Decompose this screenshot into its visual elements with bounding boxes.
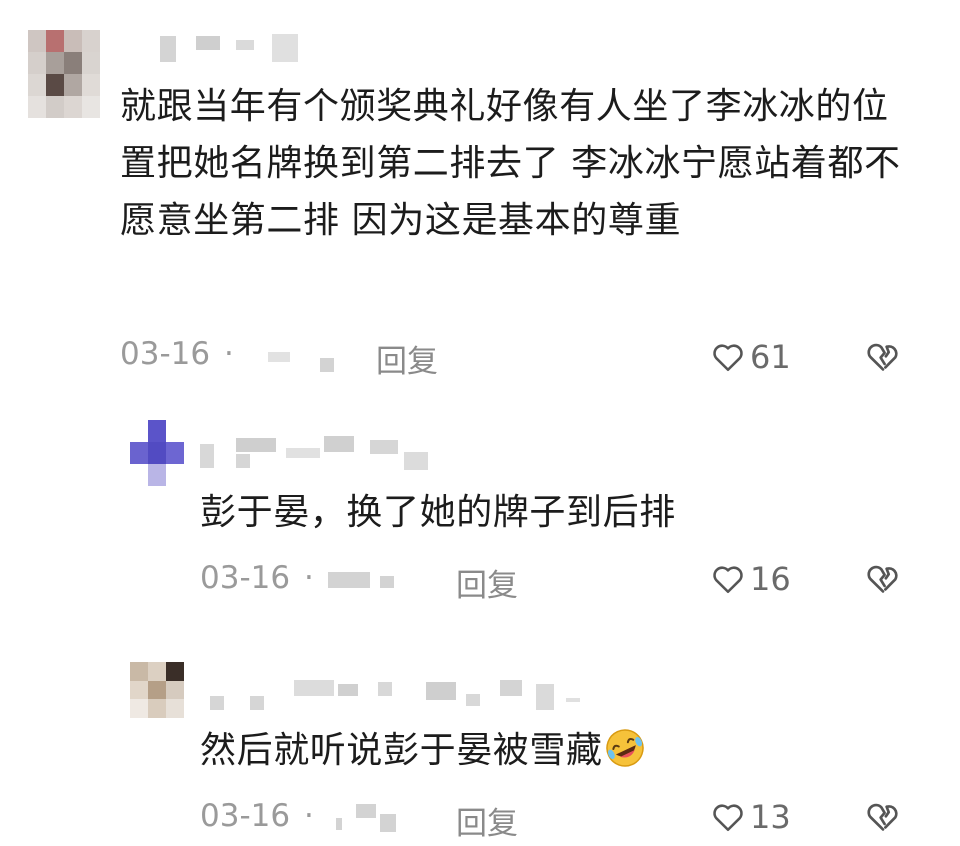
comment-text-body: 然后就听说彭于晏被雪藏 — [200, 730, 603, 771]
reply-button[interactable]: 回复 — [456, 560, 518, 605]
comment-date: 03-16 — [120, 336, 211, 372]
heart-icon — [713, 566, 743, 594]
comment-text: 彭于晏，换了她的牌子到后排 — [200, 492, 676, 533]
comment-meta: 03-16 · 回复 — [120, 336, 520, 380]
avatar[interactable] — [130, 420, 184, 486]
like-button[interactable]: 61 — [710, 338, 791, 376]
comment-meta: 03-16 · 回复 — [200, 798, 600, 842]
comment-text: 然后就听说彭于晏被雪藏 — [200, 722, 900, 779]
avatar[interactable] — [28, 30, 100, 118]
reply-button[interactable]: 回复 — [456, 798, 518, 843]
reply-button[interactable]: 回复 — [376, 336, 438, 381]
comment-text: 就跟当年有个颁奖典礼好像有人坐了李冰冰的位置把她名牌换到第二排去了 李冰冰宁愿站… — [120, 86, 901, 241]
like-count: 13 — [750, 798, 791, 836]
like-button[interactable]: 16 — [710, 560, 791, 598]
username[interactable] — [210, 680, 590, 720]
separator-dot: · — [304, 798, 314, 834]
comment-date: 03-16 — [200, 560, 291, 596]
comment-meta: 03-16 · 回复 — [200, 560, 600, 604]
separator-dot: · — [224, 336, 234, 372]
username[interactable] — [200, 436, 440, 476]
broken-heart-icon[interactable] — [864, 337, 902, 375]
broken-heart-icon[interactable] — [864, 559, 902, 597]
heart-icon — [713, 804, 743, 832]
comment-date: 03-16 — [200, 798, 291, 834]
like-button[interactable]: 13 — [710, 798, 791, 836]
like-count: 61 — [750, 338, 791, 376]
heart-icon — [713, 344, 743, 372]
rolling-on-floor-laughing-icon — [605, 729, 644, 767]
like-count: 16 — [750, 560, 791, 598]
separator-dot: · — [304, 560, 314, 596]
avatar[interactable] — [130, 662, 184, 718]
username[interactable] — [160, 32, 320, 72]
broken-heart-icon[interactable] — [864, 797, 902, 835]
